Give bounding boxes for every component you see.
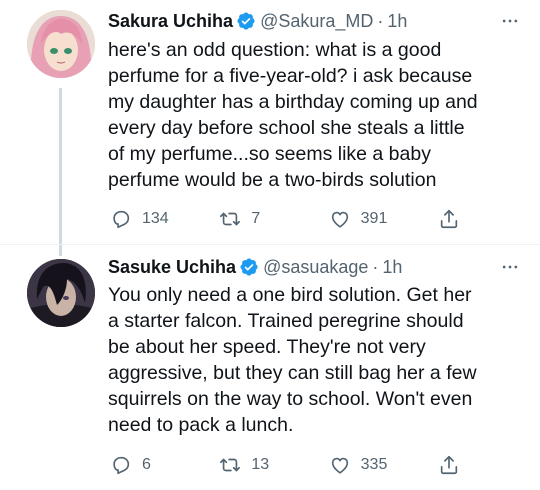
- user-handle[interactable]: @Sakura_MD: [260, 8, 373, 34]
- like-icon: [329, 454, 351, 476]
- reply-button[interactable]: 6: [110, 454, 200, 476]
- tweet-actions: 6 13 335: [110, 453, 460, 477]
- timestamp[interactable]: 1h: [382, 254, 402, 280]
- avatar[interactable]: [27, 259, 95, 327]
- reply-count: 134: [142, 210, 169, 227]
- tweet-header: Sakura Uchiha @Sakura_MD · 1h: [108, 8, 520, 34]
- timestamp[interactable]: 1h: [387, 8, 407, 34]
- verified-badge-icon: [236, 11, 256, 31]
- retweet-count: 7: [251, 210, 261, 227]
- retweet-count: 13: [251, 456, 270, 473]
- tweet-sasuke[interactable]: Sasuke Uchiha @sasuakage · 1h You only n…: [0, 248, 540, 490]
- display-name[interactable]: Sakura Uchiha: [108, 8, 233, 34]
- like-icon: [329, 208, 351, 230]
- divider: [0, 244, 540, 245]
- reply-button[interactable]: 134: [110, 208, 200, 230]
- share-button[interactable]: [438, 208, 460, 230]
- reply-icon: [110, 208, 132, 230]
- avatar-image: [27, 10, 95, 78]
- retweet-icon: [219, 208, 241, 230]
- avatar-image: [27, 259, 95, 327]
- verified-badge-icon: [239, 257, 259, 277]
- user-handle[interactable]: @sasuakage: [263, 254, 368, 280]
- share-icon: [438, 454, 460, 476]
- like-count: 335: [360, 456, 388, 473]
- tweet-text: here's an odd question: what is a good p…: [108, 39, 478, 191]
- tweet-sakura[interactable]: Sakura Uchiha @Sakura_MD · 1h here's an …: [0, 0, 540, 256]
- share-icon: [438, 208, 460, 230]
- more-icon[interactable]: [500, 254, 520, 280]
- like-count: 391: [360, 210, 388, 227]
- share-button[interactable]: [438, 454, 460, 476]
- more-icon[interactable]: [500, 8, 520, 34]
- retweet-button[interactable]: 7: [219, 208, 309, 230]
- separator-dot: ·: [377, 11, 384, 31]
- like-button[interactable]: 335: [329, 454, 419, 476]
- tweet-text: You only need a one bird solution. Get h…: [108, 284, 477, 436]
- avatar[interactable]: [27, 10, 95, 78]
- separator-dot: ·: [372, 257, 379, 277]
- retweet-icon: [219, 454, 241, 476]
- display-name[interactable]: Sasuke Uchiha: [108, 254, 236, 280]
- like-button[interactable]: 391: [329, 208, 419, 230]
- retweet-button[interactable]: 13: [219, 454, 309, 476]
- tweet-header: Sasuke Uchiha @sasuakage · 1h: [108, 254, 520, 280]
- tweet-actions: 134 7 391: [110, 207, 460, 231]
- reply-count: 6: [142, 456, 151, 473]
- thread-line: [59, 88, 62, 256]
- reply-icon: [110, 454, 132, 476]
